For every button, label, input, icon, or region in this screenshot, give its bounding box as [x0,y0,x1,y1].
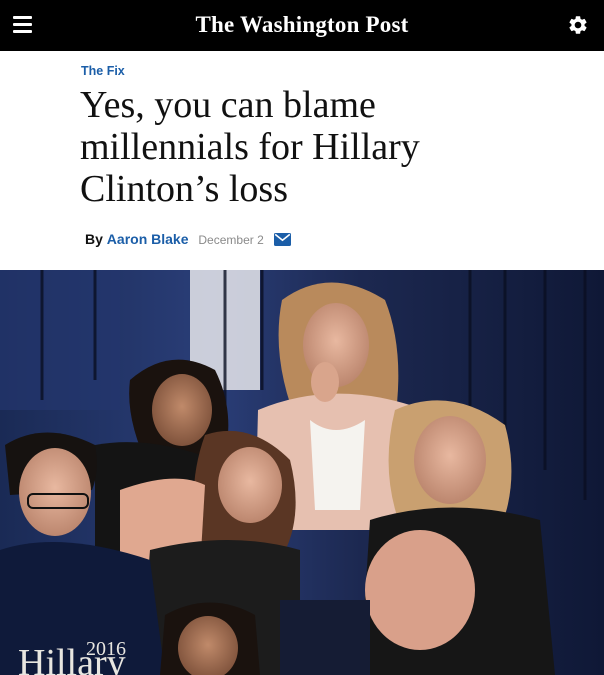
gear-icon[interactable] [567,14,589,36]
masthead-logo[interactable]: The Washington Post [0,9,604,41]
top-bar: The Washington Post [0,0,604,51]
hero-photo: 2016 Hillary [0,270,604,675]
shirt-text-name: Hillary [18,642,126,675]
publish-date: December 2 [198,233,264,247]
section-link[interactable]: The Fix [81,64,125,78]
author-link[interactable]: Aaron Blake [107,231,189,247]
envelope-icon[interactable] [273,233,291,250]
byline-prefix: By [85,231,103,247]
article-headline: Yes, you can blame millennials for Hilla… [80,84,420,210]
byline: By Aaron Blake December 2 [85,231,291,250]
